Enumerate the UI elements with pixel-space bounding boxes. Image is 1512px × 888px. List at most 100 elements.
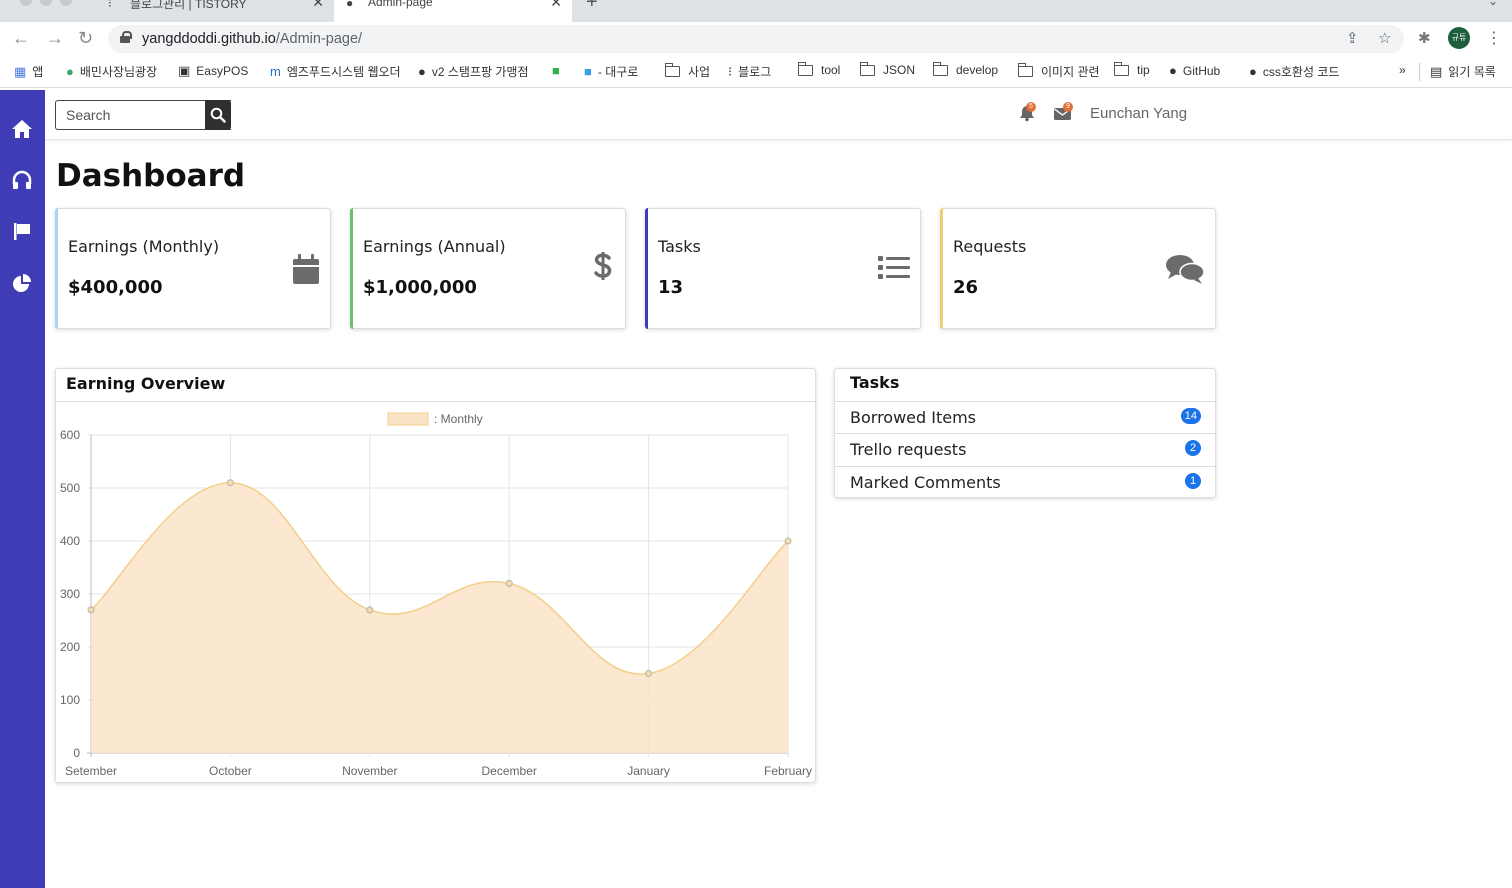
bookmark-folder[interactable]: tip	[1113, 61, 1150, 77]
task-count-badge: 14	[1180, 408, 1201, 424]
bookmark-apps[interactable]: ▦ 앱	[14, 63, 43, 80]
window-close-button[interactable]	[20, 0, 32, 6]
data-point	[366, 606, 374, 614]
address-bar[interactable]: yangddoddi.github.io/Admin-page/ ⇪ ☆	[108, 25, 1404, 53]
x-tick-label: November	[342, 764, 397, 778]
forward-arrow-icon[interactable]: →	[46, 28, 64, 49]
browser-tab-tistory[interactable]: ⁝ 블로그관리 | TISTORY ✕	[96, 0, 334, 22]
bookmark-folder[interactable]: 이미지 관련	[1017, 63, 1100, 80]
tab-close-icon[interactable]: ✕	[312, 0, 324, 11]
messages-button[interactable]: 9	[1053, 102, 1073, 127]
data-point	[226, 479, 234, 487]
list-icon	[878, 255, 910, 286]
earnings-annual-card: Earnings (Annual) $1,000,000	[350, 208, 626, 329]
card-value: 26	[953, 277, 979, 298]
bookmark-item[interactable]: ⁝ 블로그	[728, 63, 771, 80]
tab-search-chevron-icon[interactable]: ⌄	[1488, 0, 1498, 8]
home-icon[interactable]	[8, 115, 36, 143]
globe-icon: ●	[418, 64, 426, 79]
user-name[interactable]: Eunchan Yang	[1090, 105, 1187, 122]
task-row-borrowed-items[interactable]: Borrowed Items 14	[835, 401, 1215, 433]
bookmarks-bar: ▦ 앱 ● 배민사장님광장 ▣ EasyPOS m 엠즈푸드시스템 웹오더 ● v2 스탬…	[0, 56, 1512, 88]
pie-chart-icon[interactable]	[8, 269, 36, 297]
bookmark-item[interactable]: m 엠즈푸드시스템 웹오더	[270, 63, 401, 80]
profile-avatar[interactable]: 규튜	[1448, 27, 1470, 49]
task-count-badge: 1	[1185, 473, 1201, 489]
card-label: Earnings (Annual)	[363, 237, 506, 256]
bookmark-item[interactable]: ■ - 대구로	[584, 63, 638, 80]
calendar-icon	[292, 253, 320, 290]
bookmark-folder[interactable]: JSON	[859, 61, 915, 77]
url-host: yangddoddi.github.io	[142, 31, 276, 47]
bookmark-item[interactable]: ● css호환성 코드	[1249, 63, 1339, 80]
dollar-icon	[593, 249, 613, 290]
tistory-favicon-icon: ⁝	[108, 0, 112, 10]
headphones-icon[interactable]	[8, 166, 36, 194]
tistory-icon: ⁝	[728, 63, 733, 79]
baemin-icon: ●	[66, 64, 74, 79]
folder-icon	[859, 61, 875, 76]
panel-title: Earning Overview	[66, 374, 226, 393]
bookmark-folder[interactable]: develop	[932, 61, 998, 77]
bookmark-item[interactable]: ▣ EasyPOS	[178, 63, 248, 79]
flag-icon[interactable]	[8, 217, 36, 245]
bookmark-item[interactable]: ● v2 스탬프팡 가맹점	[418, 63, 528, 80]
globe-favicon-icon: ●	[346, 0, 354, 10]
folder-icon	[932, 61, 948, 76]
card-label: Requests	[953, 237, 1027, 256]
card-label: Tasks	[658, 237, 701, 256]
bookmarks-divider	[1419, 63, 1420, 81]
tab-close-icon[interactable]: ✕	[550, 0, 562, 11]
task-row-trello-requests[interactable]: Trello requests 2	[835, 433, 1215, 465]
card-label: Earnings (Monthly)	[68, 237, 220, 256]
notifications-button[interactable]: 5	[1018, 102, 1036, 127]
reload-icon[interactable]: ↻	[78, 28, 93, 49]
reading-list-icon: ▤	[1430, 63, 1443, 79]
bookmark-item[interactable]: ● 배민사장님광장	[66, 63, 157, 80]
search-button[interactable]	[205, 100, 231, 130]
bookmarks-overflow-button[interactable]: »	[1399, 63, 1406, 77]
browser-tabstrip: ⁝ 블로그관리 | TISTORY ✕ ● Admin-page ✕ + ⌄	[0, 0, 1512, 22]
data-point	[87, 606, 95, 614]
back-arrow-icon[interactable]: ←	[12, 28, 30, 49]
extensions-puzzle-icon[interactable]: ✱	[1418, 29, 1431, 47]
share-icon[interactable]: ⇪	[1346, 29, 1359, 47]
notifications-badge: 5	[1026, 102, 1036, 112]
y-tick-label: 600	[60, 428, 80, 442]
messages-badge: 9	[1063, 102, 1073, 112]
bookmark-item[interactable]: ■	[552, 63, 566, 78]
task-label: Marked Comments	[850, 473, 1001, 492]
browser-menu-icon[interactable]: ⋮	[1486, 28, 1502, 48]
y-tick-label: 0	[73, 746, 80, 760]
reading-list-button[interactable]: ▤ 읽기 목록	[1430, 63, 1496, 80]
tab-title: 블로그관리 | TISTORY	[130, 0, 247, 11]
browser-tab-admin[interactable]: ● Admin-page ✕	[334, 0, 572, 22]
x-tick-label: Setember	[65, 764, 117, 778]
bookmark-star-icon[interactable]: ☆	[1378, 29, 1391, 47]
folder-icon	[1113, 61, 1129, 76]
task-label: Borrowed Items	[850, 408, 977, 427]
lock-icon[interactable]	[120, 31, 132, 43]
line-icon: ■	[552, 63, 560, 78]
page-title: Dashboard	[56, 158, 246, 194]
easypos-icon: ▣	[178, 63, 191, 78]
window-minimize-button[interactable]	[40, 0, 52, 6]
new-tab-button[interactable]: +	[586, 0, 598, 14]
x-tick-label: January	[627, 764, 670, 778]
bookmark-folder[interactable]: 사업	[664, 63, 710, 80]
requests-card: Requests 26	[940, 208, 1216, 329]
github-icon: ●	[1249, 64, 1257, 79]
window-zoom-button[interactable]	[60, 0, 72, 6]
bookmark-item[interactable]: ● GitHub	[1169, 63, 1220, 78]
y-tick-label: 200	[60, 640, 80, 654]
daeguro-icon: ■	[584, 64, 592, 79]
data-point	[784, 537, 792, 545]
card-value: $400,000	[68, 277, 163, 298]
browser-toolbar: ← → ↻ yangddoddi.github.io/Admin-page/ ⇪…	[0, 22, 1512, 56]
url-text: yangddoddi.github.io/Admin-page/	[142, 31, 362, 47]
bookmark-folder[interactable]: tool	[797, 61, 840, 77]
x-tick-label: December	[482, 764, 537, 778]
earning-overview-panel: Earning Overview 600 500 400 300 200 100 0 Sete…	[55, 368, 816, 783]
task-row-marked-comments[interactable]: Marked Comments 1	[835, 466, 1215, 498]
series-area-fill	[91, 482, 788, 753]
